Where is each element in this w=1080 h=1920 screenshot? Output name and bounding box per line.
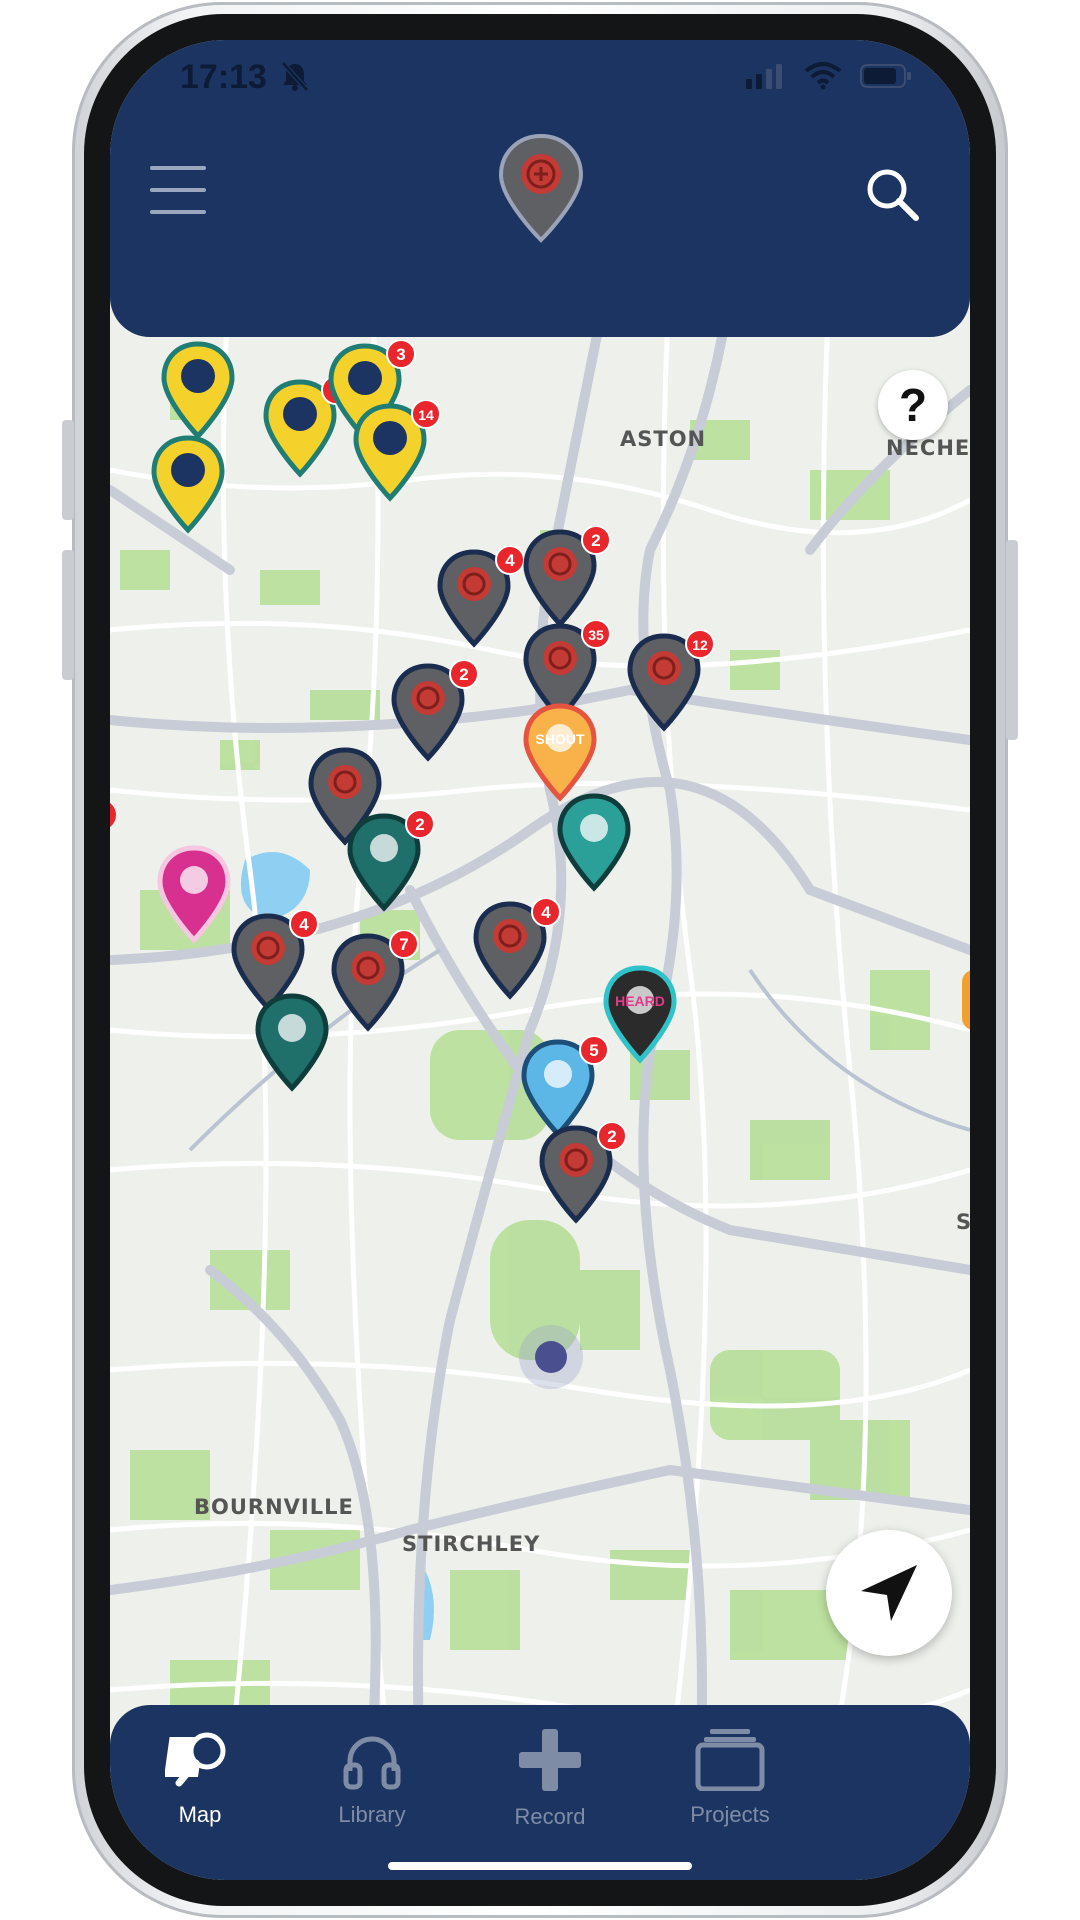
nav-item-record[interactable]: Record [460,1727,640,1830]
map-pin-y4[interactable]: 14 [350,399,450,512]
pin-count-text: 35 [588,627,604,643]
app-logo-pin-icon [498,133,584,243]
place-label-edge: S [956,1210,970,1234]
menu-button[interactable] [150,166,206,216]
map-search-icon [163,1732,226,1787]
nav-item-library[interactable]: Library [282,1727,462,1828]
nav-item-projects[interactable]: Projects [640,1727,820,1828]
map-pin-g1[interactable]: 4 [434,545,534,658]
place-label-nechells: NECHEL [886,436,970,460]
map-pin-icon: 14 [353,399,441,502]
headphones-icon [343,1736,401,1790]
map-pin-t2[interactable] [554,790,654,902]
pin-count-text: 7 [399,935,408,954]
folders-icon [695,1729,765,1792]
bell-muted-icon [281,61,309,92]
home-indicator [388,1862,692,1870]
help-button[interactable]: ? [878,370,948,440]
bottom-nav: Map Library Record Projects [110,1705,970,1880]
side-button-power [1006,540,1018,740]
pin-count-text: 2 [607,1127,616,1146]
pin-count-text: 5 [589,1041,598,1060]
map-pin-icon: 2 [347,809,435,912]
pin-count-text: 12 [692,637,708,653]
screen: ASTON NECHEL BOURNVILLE STIRCHLEY S 7 3 14… [110,40,970,1880]
map-pin-icon: 4 [473,897,561,1000]
battery-icon [860,64,911,88]
pin-text: HEARD [615,993,665,1009]
locate-me-button[interactable] [826,1530,952,1656]
map-pin-g10[interactable]: 2 [536,1121,636,1234]
map-pin-icon: 12 [627,629,715,732]
hamburger-icon-line [150,188,206,192]
nav-label-record: Record [514,1804,586,1829]
map-pin-icon [557,793,631,892]
map-pin-icon [151,435,225,534]
map-pin-t1[interactable]: 2 [344,809,444,922]
pin-count-text: 2 [415,815,424,834]
map-pin-g4[interactable]: 12 [624,629,724,742]
side-button-volume-up [62,550,74,680]
nav-item-map[interactable]: Map [110,1727,290,1828]
map-pin-y5[interactable] [148,432,248,544]
nav-label-projects: Projects [690,1802,770,1827]
map-pin-icon: 2 [539,1121,627,1224]
edge-pin-right [962,970,970,1030]
place-label-aston: ASTON [620,427,707,451]
pin-count-text: 4 [541,903,551,922]
place-label-stirchley: STIRCHLEY [402,1532,541,1556]
nav-label-map: Map [178,1802,222,1827]
search-button[interactable] [862,164,924,226]
signal-icon [746,64,782,89]
hamburger-icon-line [150,210,206,214]
nav-label-library: Library [338,1802,406,1827]
pin-count-text: 3 [396,345,405,364]
side-button-silent [62,420,74,520]
app-header: 17:13 [110,40,970,337]
user-location-dot [519,1325,583,1389]
map-view[interactable]: ASTON NECHEL BOURNVILLE STIRCHLEY S 7 3 14… [110,265,970,1775]
map-pin-icon: 4 [437,545,525,648]
status-time: 17:13 [180,58,267,96]
wifi-icon [804,62,842,90]
pin-count-text: 2 [459,665,468,684]
pin-count-text: 2 [591,531,600,550]
pin-count-text: 14 [418,407,434,423]
map-pin-g9[interactable]: 4 [470,897,570,1010]
pin-count-text: 4 [299,915,309,934]
map-pin-t3[interactable] [252,990,352,1102]
navigation-arrow-icon [861,1565,917,1621]
pin-text: SHOUT [536,731,585,747]
status-icons [746,62,912,90]
plus-icon [519,1729,581,1791]
pin-count-text: 4 [505,551,515,570]
place-label-bournville: BOURNVILLE [194,1495,354,1519]
map-pin-icon [255,993,329,1092]
hamburger-icon-line [150,166,206,170]
